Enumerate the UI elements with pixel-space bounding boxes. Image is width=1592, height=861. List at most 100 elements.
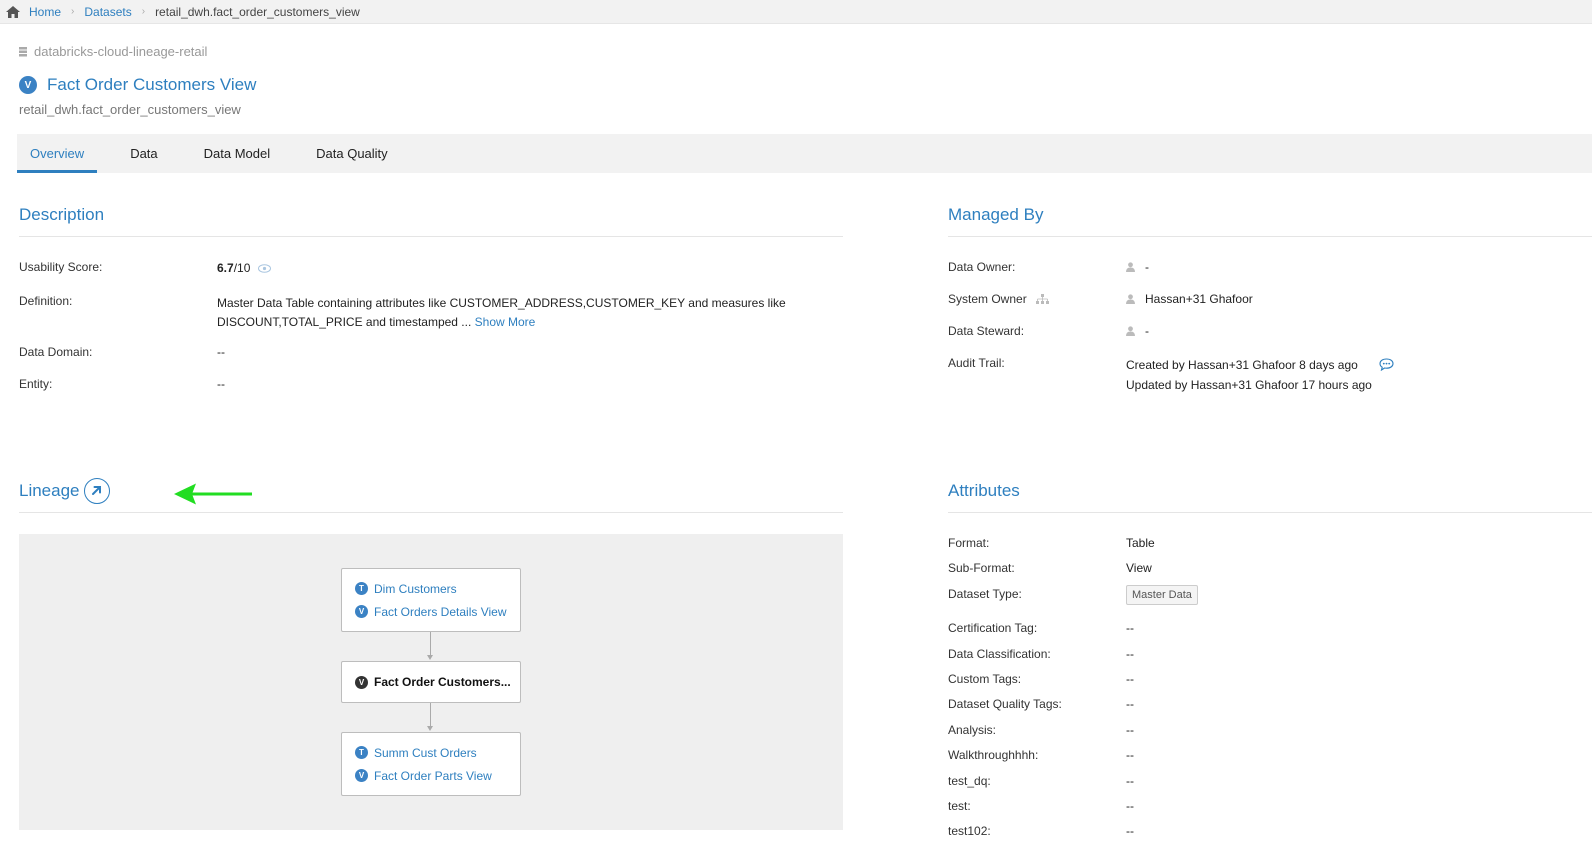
attribute-value: -- xyxy=(1126,774,1134,788)
chevron-right-icon: › xyxy=(141,6,146,17)
attribute-label: Data Classification: xyxy=(948,647,1051,661)
view-type-badge: V xyxy=(355,769,368,782)
attribute-label: test_dq: xyxy=(948,774,991,788)
lineage-current-node[interactable]: V Fact Order Customers... xyxy=(341,661,521,703)
data-steward: - xyxy=(1126,324,1149,338)
system-owner: Hassan+31 Ghafoor xyxy=(1126,292,1253,306)
tab-overview[interactable]: Overview xyxy=(17,134,98,173)
hierarchy-icon xyxy=(1036,294,1050,304)
attribute-label: Dataset Quality Tags: xyxy=(948,697,1062,711)
view-type-badge: V xyxy=(355,675,368,689)
description-title: Description xyxy=(19,205,105,224)
page-subtitle: retail_dwh.fact_order_customers_view xyxy=(19,102,241,117)
tab-data-model[interactable]: Data Model xyxy=(191,134,283,173)
arrow-down-icon xyxy=(427,655,433,660)
data-owner: - xyxy=(1126,260,1149,274)
attribute-value: Master Data xyxy=(1126,585,1198,605)
open-lineage-icon[interactable] xyxy=(84,478,110,504)
attributes-divider xyxy=(948,512,1592,513)
page-title-row: V Fact Order Customers View xyxy=(19,75,256,95)
attribute-value: View xyxy=(1126,561,1152,575)
audit-trail: Created by Hassan+31 Ghafoor 8 days ago … xyxy=(1126,356,1394,394)
attribute-label: Certification Tag: xyxy=(948,621,1038,635)
usability-score-label: Usability Score: xyxy=(19,260,103,274)
lineage-item[interactable]: V Fact Orders Details View xyxy=(342,600,520,623)
system-owner-label: System Owner xyxy=(948,292,1050,306)
view-type-badge: V xyxy=(19,76,37,94)
lineage-item[interactable]: T Summ Cust Orders xyxy=(342,741,520,764)
entity-value: -- xyxy=(217,377,225,391)
home-icon[interactable] xyxy=(6,5,20,18)
lineage-downstream-node: T Summ Cust Orders V Fact Order Parts Vi… xyxy=(341,732,521,796)
breadcrumb: Home › Datasets › retail_dwh.fact_order_… xyxy=(0,0,1592,24)
lineage-upstream-node: T Dim Customers V Fact Orders Details Vi… xyxy=(341,568,521,632)
attributes-title: Attributes xyxy=(948,481,1020,500)
attribute-label: test102: xyxy=(948,824,991,838)
attribute-value: -- xyxy=(1126,723,1134,737)
usability-score-max: /10 xyxy=(233,261,251,275)
lineage-divider xyxy=(19,512,843,513)
description-divider xyxy=(19,236,843,237)
data-steward-value: - xyxy=(1145,324,1149,338)
breadcrumb-home-link[interactable]: Home xyxy=(29,5,61,19)
lineage-item-label[interactable]: Summ Cust Orders xyxy=(374,746,477,760)
system-owner-label-text: System Owner xyxy=(948,292,1027,306)
lineage-item-label[interactable]: Dim Customers xyxy=(374,582,457,596)
data-owner-value: - xyxy=(1145,260,1149,274)
attribute-value: -- xyxy=(1126,621,1134,635)
attribute-value: -- xyxy=(1126,697,1134,711)
lineage-title: Lineage xyxy=(19,481,80,500)
managed-by-divider xyxy=(948,236,1592,237)
usability-score: 6.7/10 xyxy=(217,261,271,276)
attribute-value: -- xyxy=(1126,672,1134,686)
definition-line: DISCOUNT,TOTAL_PRICE and timestamped ... xyxy=(217,315,472,329)
page-title: Fact Order Customers View xyxy=(47,75,257,94)
audit-created: Created by Hassan+31 Ghafoor 8 days ago xyxy=(1126,358,1358,372)
attribute-value: -- xyxy=(1126,824,1134,838)
definition-value: Master Data Table containing attributes … xyxy=(217,294,786,332)
green-arrow-annotation xyxy=(174,483,252,505)
database-icon xyxy=(19,46,27,56)
definition-label: Definition: xyxy=(19,294,73,308)
audit-trail-label: Audit Trail: xyxy=(948,356,1005,370)
attribute-label: test: xyxy=(948,799,971,813)
lineage-connector xyxy=(430,703,431,726)
data-owner-label: Data Owner: xyxy=(948,260,1016,274)
table-type-badge: T xyxy=(355,582,368,595)
tab-data[interactable]: Data xyxy=(117,134,170,173)
attribute-label: Walkthroughhhh: xyxy=(948,748,1039,762)
attribute-label: Format: xyxy=(948,536,990,550)
system-owner-value[interactable]: Hassan+31 Ghafoor xyxy=(1145,292,1253,306)
attribute-value: -- xyxy=(1126,799,1134,813)
audit-updated: Updated by Hassan+31 Ghafoor 17 hours ag… xyxy=(1126,378,1372,392)
data-domain-label: Data Domain: xyxy=(19,345,93,359)
dataset-type-chip: Master Data xyxy=(1126,585,1198,605)
comment-icon[interactable] xyxy=(1379,358,1394,376)
lineage-current-label: Fact Order Customers... xyxy=(374,675,511,689)
source-label: databricks-cloud-lineage-retail xyxy=(34,44,208,59)
lineage-item-label[interactable]: Fact Order Parts View xyxy=(374,769,492,783)
lineage-item-label[interactable]: Fact Orders Details View xyxy=(374,605,507,619)
lineage-graph: T Dim Customers V Fact Orders Details Vi… xyxy=(19,534,843,830)
managed-by-title: Managed By xyxy=(948,205,1044,224)
view-type-badge: V xyxy=(355,605,368,618)
chevron-right-icon: › xyxy=(71,6,75,17)
source-name: databricks-cloud-lineage-retail xyxy=(19,44,207,59)
breadcrumb-datasets-link[interactable]: Datasets xyxy=(84,5,131,19)
user-icon xyxy=(1126,326,1135,336)
attribute-label: Custom Tags: xyxy=(948,672,1022,686)
attribute-value: Table xyxy=(1126,536,1155,550)
lineage-connector xyxy=(430,632,431,655)
user-icon xyxy=(1126,294,1135,304)
eye-icon[interactable] xyxy=(257,262,271,276)
attribute-label: Analysis: xyxy=(948,723,997,737)
lineage-item[interactable]: V Fact Order Parts View xyxy=(342,764,520,787)
attribute-label: Dataset Type: xyxy=(948,587,1022,601)
tab-bar: Overview Data Data Model Data Quality xyxy=(17,134,1592,173)
show-more-link[interactable]: Show More xyxy=(475,315,536,329)
entity-label: Entity: xyxy=(19,377,53,391)
attribute-value: -- xyxy=(1126,748,1134,762)
data-domain-value: -- xyxy=(217,345,225,359)
lineage-item[interactable]: T Dim Customers xyxy=(342,577,520,600)
tab-data-quality[interactable]: Data Quality xyxy=(303,134,401,173)
